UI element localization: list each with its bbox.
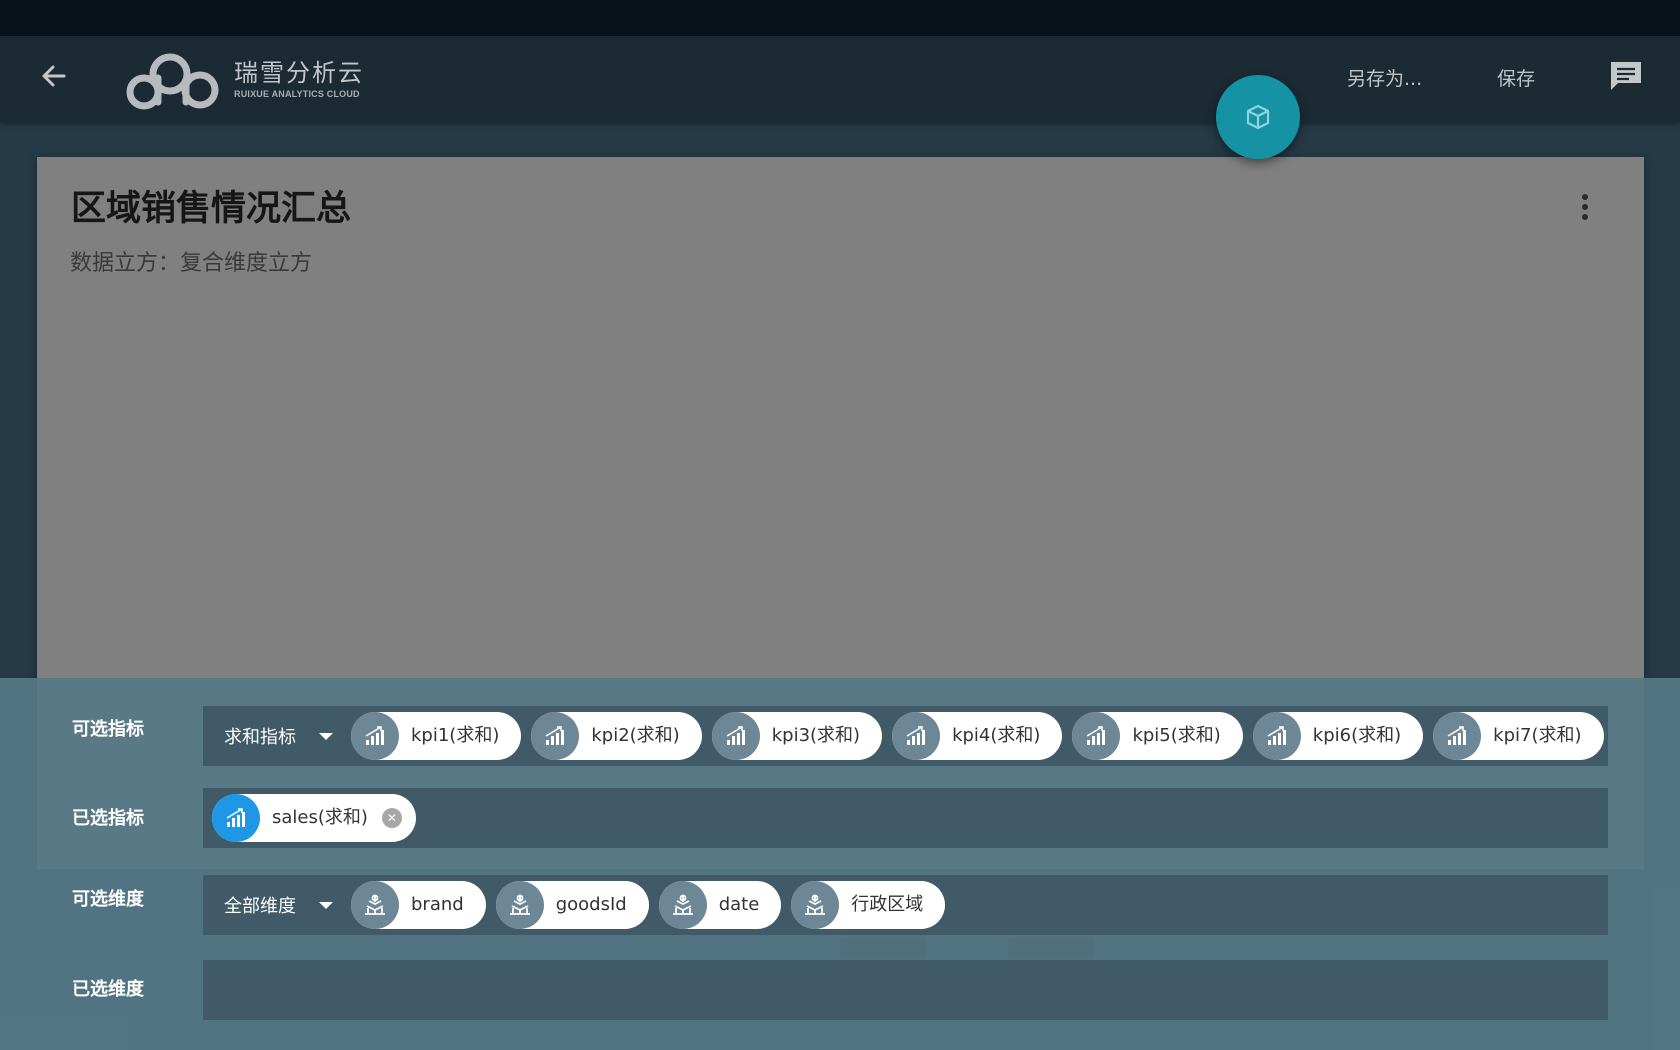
selected-metrics-row[interactable]: sales(求和) ✕ [203,788,1608,848]
data-cube-fab[interactable] [1216,75,1300,159]
more-vertical-icon [1582,194,1588,200]
dimension-chip-brand[interactable]: brand [351,881,486,929]
metric-chip-kpi2[interactable]: kpi2(求和) [531,712,702,760]
comment-button[interactable] [1606,56,1646,96]
chip-label: goodsId [555,894,627,915]
cube-icon [1246,104,1270,130]
chip-label: sales(求和) [272,807,368,828]
report-title: 区域销售情况汇总 [71,189,352,229]
arrow-left-icon [42,65,66,87]
chip-label: date [718,894,760,915]
dimension-hierarchy-icon [495,881,544,929]
selected-metrics-label: 已选指标 [72,808,144,829]
metric-chip-kpi6[interactable]: kpi6(求和) [1252,712,1424,760]
save-as-button[interactable]: 另存为... [1347,66,1422,92]
remove-chip-icon[interactable]: ✕ [381,808,402,828]
metric-type-dropdown[interactable]: 求和指标 [203,706,343,766]
bar-chart-icon [212,794,260,842]
metric-type-value: 求和指标 [224,727,296,748]
hidden-filter-button [840,938,926,958]
dimension-type-value: 全部维度 [224,896,296,917]
selected-metric-chips: sales(求和) ✕ [212,794,426,842]
chip-label: kpi3(求和) [771,725,861,746]
bar-chart-icon [892,712,941,760]
chip-label: brand [411,894,464,915]
metric-chip-kpi1[interactable]: kpi1(求和) [351,712,522,760]
bar-chart-icon [1072,712,1121,760]
chip-label: 行政区域 [851,894,924,915]
hidden-edit-button [1008,938,1094,958]
comment-icon [1611,62,1641,90]
dimension-hierarchy-icon [658,881,707,929]
logo-cloud-icon [126,53,219,110]
chip-label: kpi4(求和) [952,725,1041,746]
chip-label: kpi7(求和) [1493,725,1582,746]
available-dimensions-row: 全部维度 brand goodsId date 行政区域 [203,875,1608,935]
available-dimension-chips: brand goodsId date 行政区域 [351,881,955,929]
dimension-chip-date[interactable]: date [658,881,782,929]
chip-label: kpi2(求和) [591,725,680,746]
back-button[interactable] [36,58,72,94]
metric-chip-kpi7[interactable]: kpi7(求和) [1433,712,1604,760]
more-menu-button[interactable] [1577,191,1593,227]
bar-chart-icon [1252,712,1301,760]
data-cube-subtitle: 数据立方：复合维度立方 [70,251,313,276]
chip-label: kpi1(求和) [411,725,500,746]
available-metrics-row: 求和指标 kpi1(求和) kpi2(求和) kpi3(求和) kpi4(求和) [203,706,1608,766]
save-button[interactable]: 保存 [1497,66,1535,92]
chip-label: kpi5(求和) [1132,725,1221,746]
more-dot [1582,214,1588,220]
metric-chip-kpi3[interactable]: kpi3(求和) [711,712,883,760]
selected-dimensions-label: 已选维度 [72,979,144,1000]
selected-metric-chip-sales[interactable]: sales(求和) ✕ [212,794,416,842]
field-selection-panel: 可选指标 求和指标 kpi1(求和) kpi2(求和) kpi3(求和) kpi… [0,678,1680,1050]
selected-dimensions-row[interactable] [203,960,1608,1020]
more-dot [1582,204,1588,210]
bar-chart-icon [531,712,580,760]
available-metrics-label: 可选指标 [72,719,144,740]
available-dimensions-label: 可选维度 [72,889,144,910]
logo-text-cn: 瑞雪分析云 [234,59,364,87]
dimension-chip-region[interactable]: 行政区域 [791,881,946,929]
dimension-hierarchy-icon [351,881,399,929]
bar-chart-icon [1433,712,1482,760]
ruixue-logo[interactable]: 瑞雪分析云 RUIXUE ANALYTICS CLOUD [124,46,384,112]
dimension-chip-goodsid[interactable]: goodsId [495,881,649,929]
dimension-type-dropdown[interactable]: 全部维度 [203,875,343,935]
app-bar: 瑞雪分析云 RUIXUE ANALYTICS CLOUD 另存为... 保存 [0,36,1680,122]
caret-down-icon [319,733,333,740]
caret-down-icon [319,902,333,909]
dimension-hierarchy-icon [791,881,840,929]
title-strip [0,0,1680,36]
logo-text-en: RUIXUE ANALYTICS CLOUD [234,89,360,99]
chip-label: kpi6(求和) [1312,725,1402,746]
metric-chip-kpi5[interactable]: kpi5(求和) [1072,712,1243,760]
bar-chart-icon [351,712,399,760]
bar-chart-icon [711,712,760,760]
metric-chip-kpi4[interactable]: kpi4(求和) [892,712,1063,760]
available-metric-chips: kpi1(求和) kpi2(求和) kpi3(求和) kpi4(求和) kpi5… [351,712,1608,760]
